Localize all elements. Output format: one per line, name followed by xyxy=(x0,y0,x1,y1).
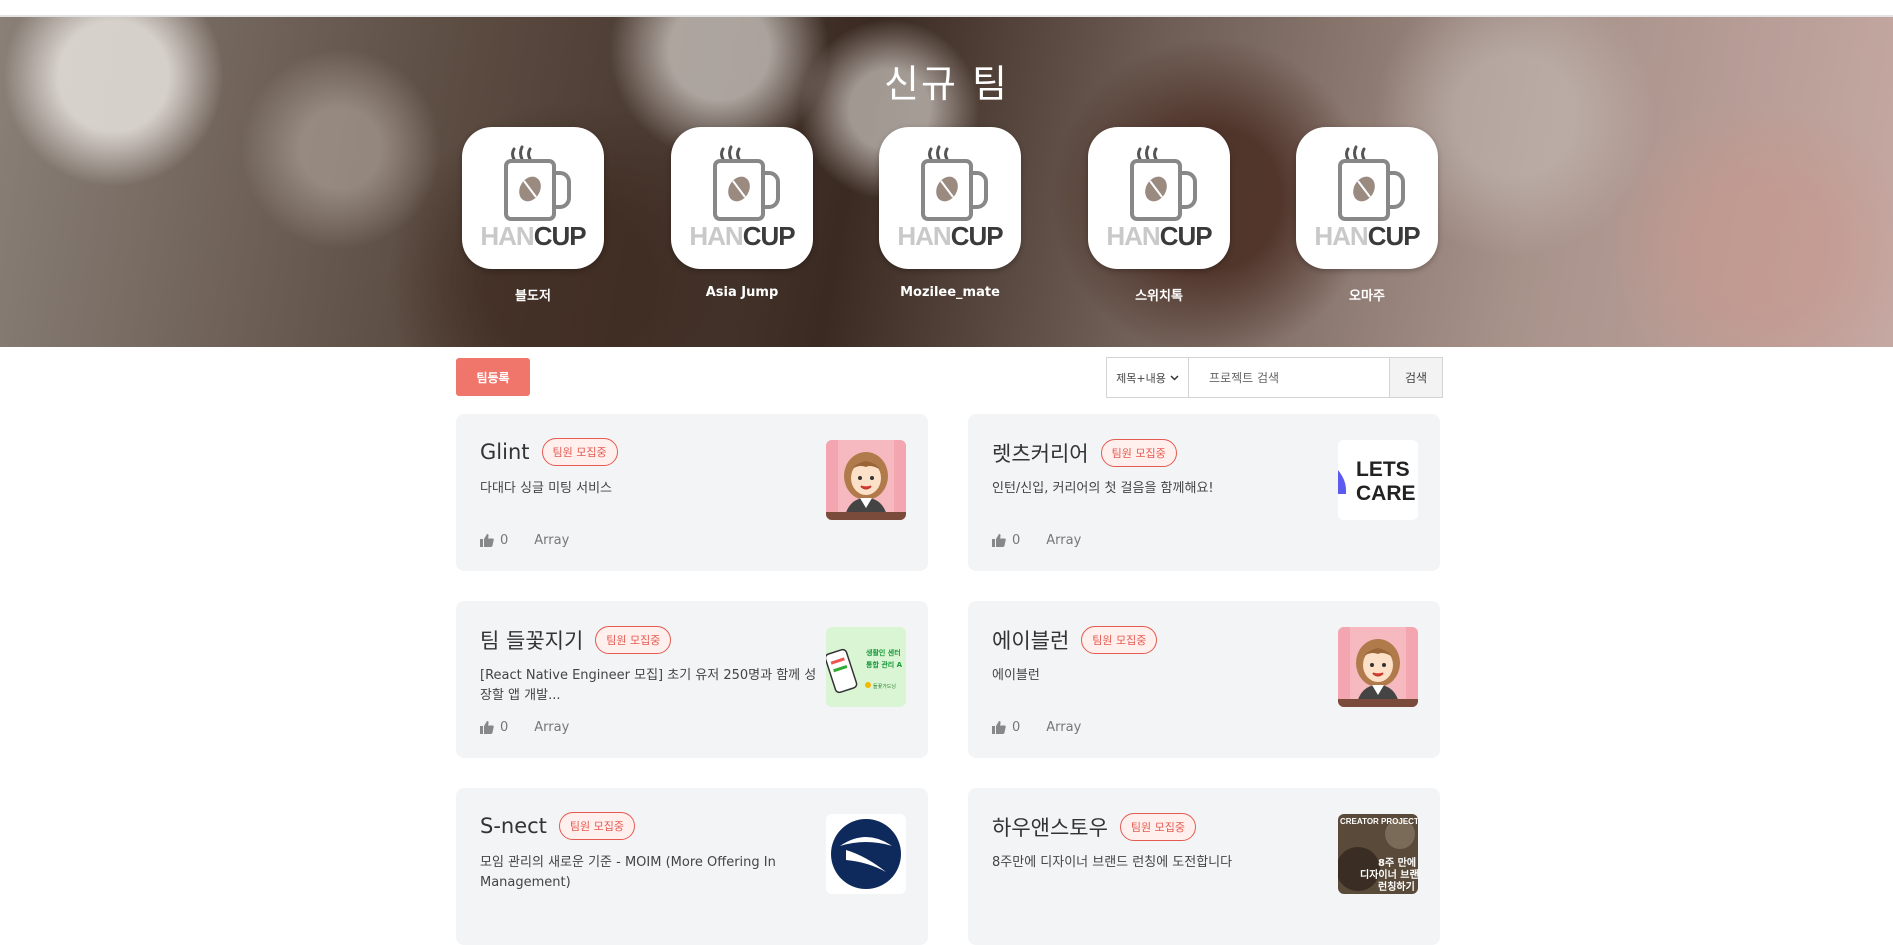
card-description: [React Native Engineer 모집] 초기 유저 250명과 함… xyxy=(480,668,817,703)
like-count: 0 xyxy=(500,720,509,735)
card-title: 하우앤스토우 xyxy=(992,816,1108,840)
like-count: 0 xyxy=(1012,533,1021,548)
status-badge: 팀원 모집중 xyxy=(1119,813,1197,841)
card-thumbnail: 생활인 센터 통합 관리 A 들꽃가드닝 xyxy=(826,627,906,707)
thumbs-up-icon[interactable] xyxy=(480,534,494,547)
card-description: 인턴/신입, 커리어의 첫 걸음을 함께해요! xyxy=(992,481,1214,496)
like-count: 0 xyxy=(1012,720,1021,735)
hancup-logo[interactable]: HANCUP xyxy=(671,127,813,269)
svg-text:들꽃가드닝: 들꽃가드닝 xyxy=(873,683,896,690)
status-badge: 팀원 모집중 xyxy=(541,438,618,466)
search-button[interactable]: 검색 xyxy=(1389,358,1442,397)
svg-text:통합 관리 A: 통합 관리 A xyxy=(866,660,903,669)
app-promo-image: 생활인 센터 통합 관리 A 들꽃가드닝 xyxy=(826,627,906,707)
project-card[interactable]: 렛츠커리어 팀원 모집중 인턴/신입, 커리어의 첫 걸음을 함께해요! 0 A… xyxy=(968,414,1440,571)
project-card[interactable]: 하우앤스토우 팀원 모집중 8주만에 디자이너 브랜드 런칭에 도전합니다 CR… xyxy=(968,788,1440,945)
svg-text:디자이너 브랜드: 디자이너 브랜드 xyxy=(1360,868,1418,881)
search-scope-label: 제목+내용 xyxy=(1116,371,1166,385)
new-teams-banner: 신규 팀 HANCUP 블도저 HANCUP Asia Jump HANCUP … xyxy=(0,17,1893,347)
team-tile[interactable]: HANCUP 오마주 xyxy=(1296,127,1438,304)
card-description: 다대다 싱글 미팅 서비스 xyxy=(480,481,612,496)
team-tile[interactable]: HANCUP Asia Jump xyxy=(671,127,813,300)
register-team-button[interactable]: 팀등록 xyxy=(456,358,530,396)
avatar-woman-image xyxy=(1338,627,1418,707)
svg-text:생활인 센터: 생활인 센터 xyxy=(866,648,901,657)
project-card[interactable]: S-nect 팀원 모집중 모임 관리의 새로운 기준 - MOIM (More… xyxy=(456,788,928,945)
card-title: Glint xyxy=(480,440,530,464)
team-tile[interactable]: HANCUP 스위치톡 xyxy=(1088,127,1230,304)
like-count: 0 xyxy=(500,533,509,548)
lets-care-logo: LETS CARE xyxy=(1338,440,1418,520)
team-tile[interactable]: HANCUP Mozilee_mate xyxy=(879,127,1021,300)
avatar-woman-image xyxy=(826,440,906,520)
hancup-logo[interactable]: HANCUP xyxy=(1296,127,1438,269)
project-card[interactable]: Glint 팀원 모집중 다대다 싱글 미팅 서비스 0 Array xyxy=(456,414,928,571)
card-title: 렛츠커리어 xyxy=(992,442,1089,466)
svg-text:8주 만에: 8주 만에 xyxy=(1378,856,1416,869)
hancup-wordmark: HANCUP xyxy=(1106,221,1212,251)
card-thumbnail xyxy=(826,440,906,520)
card-description: 에이블런 xyxy=(992,668,1040,683)
card-thumbnail: LETS CARE xyxy=(1338,440,1418,520)
team-name: 오마주 xyxy=(1349,289,1385,304)
card-tag: Array xyxy=(1046,533,1082,548)
status-badge: 팀원 모집중 xyxy=(1081,626,1158,654)
chevron-down-icon xyxy=(1170,374,1179,381)
section-title: 신규 팀 xyxy=(884,62,1009,106)
team-name: Mozilee_mate xyxy=(900,285,1000,300)
search-scope-select[interactable]: 제목+내용 xyxy=(1107,358,1189,397)
project-card[interactable]: 에이블런 팀원 모집중 에이블런 0 Array xyxy=(968,601,1440,758)
project-card[interactable]: 팀 들꽃지기 팀원 모집중 [React Native Engineer 모집]… xyxy=(456,601,928,758)
team-name: 블도저 xyxy=(515,289,551,304)
svg-text:런칭하기: 런칭하기 xyxy=(1378,880,1415,893)
card-title: 에이블런 xyxy=(992,629,1070,653)
search-bar: 제목+내용 검색 xyxy=(1106,357,1443,398)
hancup-logo[interactable]: HANCUP xyxy=(879,127,1021,269)
team-name: 스위치톡 xyxy=(1135,289,1183,304)
snect-logo xyxy=(826,814,906,894)
card-title: S-nect xyxy=(480,814,547,838)
card-tag: Array xyxy=(534,720,570,735)
card-title: 팀 들꽃지기 xyxy=(480,629,584,653)
card-thumbnail xyxy=(826,814,906,894)
hancup-wordmark: HANCUP xyxy=(1314,221,1420,251)
status-badge: 팀원 모집중 xyxy=(558,812,636,840)
hancup-logo[interactable]: HANCUP xyxy=(462,127,604,269)
creator-project-image: CREATOR PROJECT 8주 만에 디자이너 브랜드 런칭하기 xyxy=(1338,814,1418,894)
hancup-logo[interactable]: HANCUP xyxy=(1088,127,1230,269)
thumbs-up-icon[interactable] xyxy=(480,721,494,734)
team-name: Asia Jump xyxy=(705,285,779,300)
status-badge: 팀원 모집중 xyxy=(595,626,672,654)
hancup-wordmark: HANCUP xyxy=(897,221,1003,251)
thumbs-up-icon[interactable] xyxy=(992,534,1006,547)
card-description: 모임 관리의 새로운 기준 - MOIM (More Offering In M… xyxy=(480,855,776,890)
status-badge: 팀원 모집중 xyxy=(1100,439,1177,467)
svg-text:CREATOR PROJECT: CREATOR PROJECT xyxy=(1340,817,1418,826)
card-description: 8주만에 디자이너 브랜드 런칭에 도전합니다 xyxy=(992,855,1233,870)
hancup-wordmark: HANCUP xyxy=(480,221,586,251)
top-navbar xyxy=(0,0,1893,17)
thumbs-up-icon[interactable] xyxy=(992,721,1006,734)
search-input[interactable] xyxy=(1189,358,1389,397)
card-tag: Array xyxy=(1046,720,1082,735)
svg-text:CARE: CARE xyxy=(1356,482,1416,505)
svg-text:LETS: LETS xyxy=(1356,458,1410,481)
team-tile[interactable]: HANCUP 블도저 xyxy=(462,127,604,304)
card-tag: Array xyxy=(534,533,570,548)
card-thumbnail: CREATOR PROJECT 8주 만에 디자이너 브랜드 런칭하기 xyxy=(1338,814,1418,894)
card-thumbnail xyxy=(1338,627,1418,707)
hancup-wordmark: HANCUP xyxy=(689,221,795,251)
